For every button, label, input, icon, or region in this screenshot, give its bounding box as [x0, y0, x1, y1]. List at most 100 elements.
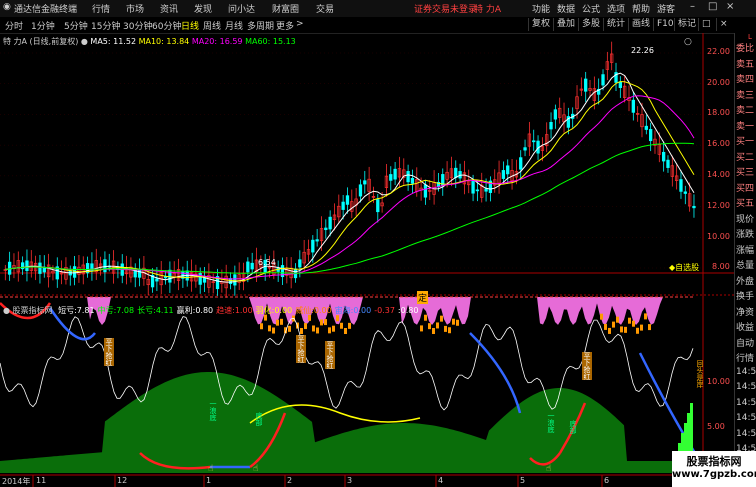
indicator-orange-bar [612, 321, 615, 328]
indicator-legend-item: -0.37 [374, 306, 395, 315]
quote-field-label: 换手 [736, 292, 755, 302]
menu-wealth[interactable]: 财富圈 [272, 2, 299, 15]
indicator-orange-bar [340, 322, 343, 329]
legend-dot-icon: ● [80, 37, 88, 46]
maximize-icon[interactable]: □ [708, 1, 717, 12]
statistics-button[interactable]: 统计 [603, 18, 628, 31]
indicator-orange-bar [440, 315, 443, 322]
candle-body [202, 277, 207, 283]
auto-watchlist-label[interactable]: ◆自选股 [669, 262, 699, 273]
menu-quotes[interactable]: 行情 [92, 2, 110, 15]
indicator-orange-bar [316, 327, 319, 334]
date-tick: 2 [287, 476, 293, 485]
indicator-legend-item: 中亏:7.08 [98, 306, 135, 315]
tab-daily[interactable]: 日线 [181, 19, 199, 32]
draw-line-button[interactable]: 画线 [628, 18, 653, 31]
menu-function[interactable]: 功能 [532, 2, 550, 15]
tab-weekly[interactable]: 周线 [203, 19, 221, 32]
menu-options[interactable]: 选项 [607, 2, 625, 15]
candle-body [631, 99, 635, 113]
wave-bottom-label: 一浪底 [547, 412, 555, 433]
indicator-legend-value: 0.80 [400, 306, 419, 315]
date-tick: 2014年 [2, 477, 31, 486]
menu-bar: ◉ 通达信金融终端 行情 市场 资讯 发现 问小达 财富圈 交易 证券交易未登录… [0, 0, 756, 18]
candle-body [7, 261, 12, 275]
adjust-button[interactable]: 复权 [528, 18, 553, 31]
multi-stock-button[interactable]: 多股 [578, 18, 603, 31]
candle-body [250, 262, 254, 270]
indicator-orange-bar [608, 327, 611, 334]
indicator-legend-label: 趋速: [216, 306, 235, 315]
menu-trade[interactable]: 交易 [316, 2, 334, 15]
indicator-orange-bar [276, 319, 279, 326]
chart-area[interactable] [0, 33, 734, 487]
candle-body [410, 177, 415, 184]
tab-30min[interactable]: 30分钟 [123, 19, 152, 32]
moving-average-lines [5, 72, 695, 283]
login-warning[interactable]: 证券交易未登录 [414, 2, 477, 15]
candle-body [406, 171, 410, 183]
indicator-legend-label: 羽化: [255, 306, 275, 315]
menu-data[interactable]: 数据 [557, 2, 575, 15]
mark-button[interactable]: 标记 [674, 18, 699, 31]
price-tick: 14.00 [707, 170, 730, 179]
candle-body [484, 188, 488, 192]
minimize-icon[interactable]: – [690, 1, 695, 12]
candle-body [666, 159, 670, 168]
quote-field-label: 行情 [736, 354, 755, 364]
price-grid [0, 52, 703, 269]
close-window-icon[interactable]: × [726, 1, 734, 12]
indicator-legend-value: 7.08 [116, 306, 135, 315]
restore-icon[interactable]: □ [698, 18, 714, 31]
candle-body [553, 109, 558, 120]
quote-field-label: 卖三 [736, 90, 755, 101]
watermark-box: 股票指标网 www.7gpzb.com [672, 451, 756, 487]
candle-body [679, 179, 683, 192]
indicator-orange-bar [288, 325, 291, 332]
tab-15min[interactable]: 15分钟 [91, 19, 120, 32]
date-tick: 3 [347, 476, 353, 485]
candle-body [25, 260, 29, 272]
tab-intraday[interactable]: 分时 [5, 19, 23, 32]
quote-field-label: 涨幅 [736, 245, 755, 256]
indicator-legend-value: 7.81 [76, 306, 95, 315]
tab-more[interactable]: 更多 [276, 19, 294, 32]
indicator-legend-value: 0.00 [274, 306, 293, 315]
tab-multi-period[interactable]: 多周期 [247, 19, 274, 32]
candle-body [454, 167, 458, 178]
menu-help[interactable]: 帮助 [632, 2, 650, 15]
tab-1min[interactable]: 1分钟 [31, 19, 55, 32]
candle-body [311, 239, 315, 253]
menu-discover[interactable]: 发现 [194, 2, 212, 15]
settings-dot-icon[interactable]: ○ [684, 37, 692, 47]
menu-news[interactable]: 资讯 [160, 2, 178, 15]
menu-formula[interactable]: 公式 [582, 2, 600, 15]
tab-5min[interactable]: 5分钟 [64, 19, 88, 32]
candle-body [328, 216, 332, 230]
ma10-line [5, 81, 695, 282]
menu-market[interactable]: 市场 [126, 2, 144, 15]
candle-body [549, 121, 553, 130]
ma5-label: MA5: 11.52 [90, 37, 137, 46]
indicator-orange-bar [444, 325, 447, 332]
user-guest[interactable]: 游客 [657, 2, 675, 15]
quote-field-label: 外盘 [736, 276, 755, 287]
candle-body [298, 259, 302, 268]
indicator-orange-bar [348, 322, 351, 329]
candle-body [376, 199, 380, 213]
candlestick-series [3, 41, 696, 298]
ma10-label: MA10: 13.84 [138, 37, 190, 46]
close-chart-icon[interactable]: × [716, 18, 731, 31]
menu-ask[interactable]: 问小达 [228, 2, 255, 15]
overlay-button[interactable]: 叠加 [553, 18, 578, 31]
indicator-orange-bar [424, 314, 427, 321]
tab-monthly[interactable]: 月线 [225, 19, 243, 32]
quote-field-label: 14:56 [736, 366, 756, 377]
candle-body [692, 205, 696, 209]
candle-body [137, 268, 142, 278]
more-arrow-icon[interactable]: > [296, 19, 304, 29]
indicator-orange-bar [300, 327, 303, 334]
indicator-orange-bar [452, 318, 455, 325]
tab-60min[interactable]: 60分钟 [152, 19, 181, 32]
candle-body [584, 78, 588, 92]
